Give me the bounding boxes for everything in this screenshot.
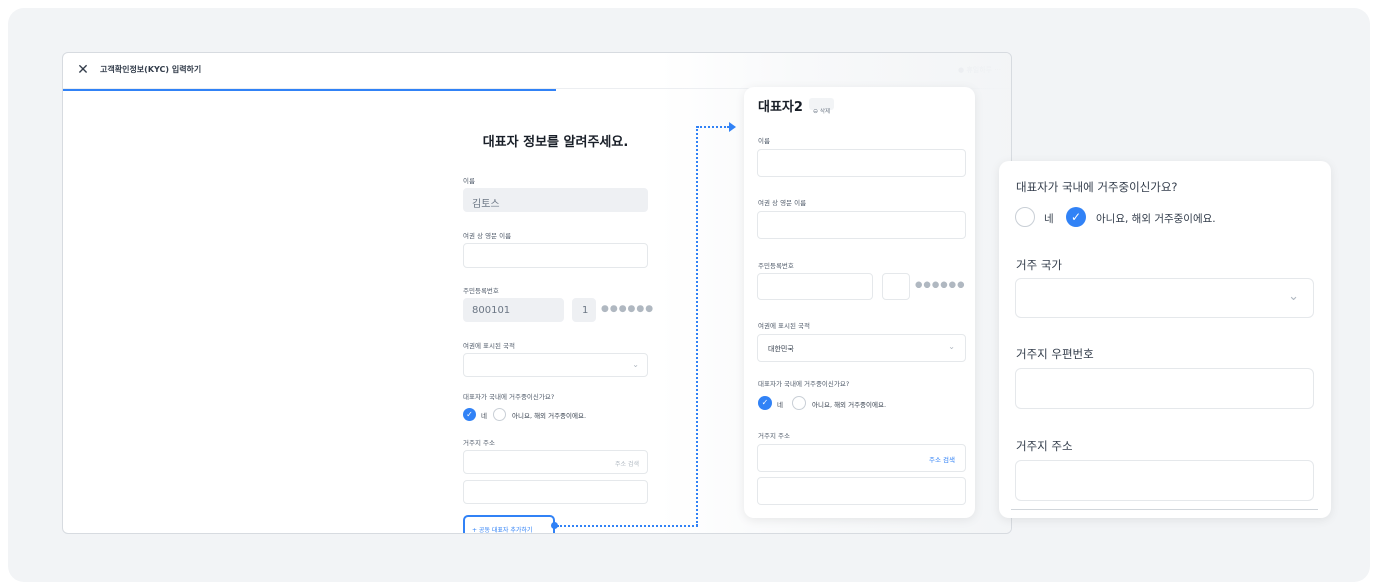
- connector-top-line: [697, 126, 729, 128]
- rrn-mask: ●●●●●●: [601, 304, 655, 314]
- card3-residence-question: 대표자가 국내에 거주중이신가요?: [1016, 180, 1178, 194]
- radio-yes-label: 네: [481, 412, 487, 420]
- nationality-label: 여권에 표시된 국적: [463, 342, 515, 350]
- add-co-representative-button[interactable]: + 공동 대표자 추가하기: [463, 515, 555, 534]
- nationality-select[interactable]: ⌄: [463, 353, 648, 377]
- form-heading: 대표자 정보를 알려주세요.: [482, 135, 629, 150]
- rrn-back-first-value: 1: [582, 305, 589, 316]
- card3-zip-label: 거주지 우편번호: [1016, 347, 1094, 361]
- card2-name-label: 이름: [758, 137, 770, 145]
- card2-nationality-select[interactable]: 대한민국 ⌄: [757, 334, 966, 362]
- card3-address-label: 거주지 주소: [1016, 439, 1073, 453]
- connector-bottom-line: [557, 525, 698, 527]
- representative2-card: 대표자2 ⊖ 삭제 이름 여권 상 영문 이름 주민등록번호 ●●●●●● 여권…: [744, 87, 975, 518]
- chevron-down-icon: ⌄: [1288, 289, 1299, 304]
- card2-passport-name-label: 여권 상 영문 이름: [758, 199, 807, 207]
- card2-address-label: 거주지 주소: [758, 432, 790, 440]
- add-co-representative-label: + 공동 대표자 추가하기: [472, 527, 533, 534]
- modal-header: ✕ 고객확인정보(KYC) 입력하기 ● 휴일하루 ···: [63, 53, 1011, 89]
- delete-badge[interactable]: ⊖ 삭제: [809, 98, 835, 115]
- card2-rrn-back-first-input[interactable]: [882, 273, 910, 300]
- card2-address-detail-input[interactable]: [757, 477, 966, 505]
- card3-country-select[interactable]: ⌄: [1015, 278, 1314, 318]
- radio-no[interactable]: [493, 408, 506, 421]
- card2-radio-no-label: 아니요, 해외 거주중이에요.: [812, 401, 887, 409]
- rrn-back-first-input[interactable]: 1: [572, 298, 596, 322]
- card2-title: 대표자2: [758, 100, 803, 115]
- card2-nationality-value: 대한민국: [768, 345, 794, 353]
- card3-radio-yes-label: 네: [1044, 213, 1054, 225]
- card2-residence-question: 대표자가 국내에 거주중이신가요?: [758, 380, 850, 388]
- card2-rrn-label: 주민등록번호: [758, 262, 794, 270]
- address-input[interactable]: 주소 검색: [463, 450, 648, 474]
- card2-radio-yes-label: 네: [777, 401, 783, 409]
- chevron-down-icon: ⌄: [948, 342, 955, 351]
- card3-zip-input[interactable]: [1015, 368, 1314, 409]
- rrn-label: 주민등록번호: [463, 287, 499, 295]
- card3-country-label: 거주 국가: [1016, 258, 1062, 272]
- card3-divider: [1011, 509, 1318, 510]
- close-icon[interactable]: ✕: [75, 62, 91, 78]
- connector-dot: [551, 522, 558, 529]
- address-detail-input[interactable]: [463, 480, 648, 504]
- rrn-front-value: 800101: [472, 305, 511, 316]
- name-value: 김토스: [472, 199, 500, 210]
- connector-vertical-line: [696, 126, 698, 526]
- card2-address-input[interactable]: 주소 검색: [757, 444, 966, 472]
- card2-rrn-front-input[interactable]: [757, 273, 873, 300]
- card3-address-input[interactable]: [1015, 460, 1314, 501]
- radio-no-label: 아니요, 해외 거주중이에요.: [512, 412, 587, 420]
- card2-passport-name-input[interactable]: [757, 211, 966, 239]
- card2-nationality-label: 여권에 표시된 국적: [758, 322, 810, 330]
- overseas-residence-card: 대표자가 국내에 거주중이신가요? 네 ✓ 아니요, 해외 거주중이에요. 거주…: [999, 161, 1331, 518]
- delete-badge-label: 삭제: [819, 109, 831, 115]
- passport-name-label: 여권 상 영문 이름: [463, 232, 512, 240]
- modal-title: 고객확인정보(KYC) 입력하기: [100, 65, 202, 74]
- card2-name-input[interactable]: [757, 149, 966, 177]
- radio-yes-checked[interactable]: ✓: [463, 408, 476, 421]
- address-label: 거주지 주소: [463, 439, 495, 447]
- chevron-down-icon: ⌄: [632, 360, 639, 369]
- card3-radio-no-checked[interactable]: ✓: [1066, 207, 1086, 227]
- card2-radio-no[interactable]: [792, 396, 806, 410]
- passport-name-input[interactable]: [463, 243, 648, 268]
- name-input[interactable]: 김토스: [463, 188, 648, 212]
- address-search-button[interactable]: 주소 검색: [615, 459, 639, 468]
- delete-badge-icon: ⊖: [813, 108, 820, 115]
- card2-rrn-mask: ●●●●●●: [915, 280, 966, 290]
- card3-radio-yes[interactable]: [1015, 207, 1035, 227]
- connector-arrow-icon: [729, 122, 736, 132]
- residence-question: 대표자가 국내에 거주중이신가요?: [463, 393, 555, 401]
- name-label: 이름: [463, 177, 475, 185]
- card3-radio-no-label: 아니요, 해외 거주중이에요.: [1096, 213, 1216, 225]
- card2-radio-yes-checked[interactable]: ✓: [758, 396, 772, 410]
- modal-header-faded-text: ● 휴일하루 ···: [958, 66, 1001, 74]
- card2-address-search-button[interactable]: 주소 검색: [929, 454, 955, 464]
- rrn-front-input[interactable]: 800101: [463, 298, 564, 322]
- progress-bar: [63, 89, 556, 91]
